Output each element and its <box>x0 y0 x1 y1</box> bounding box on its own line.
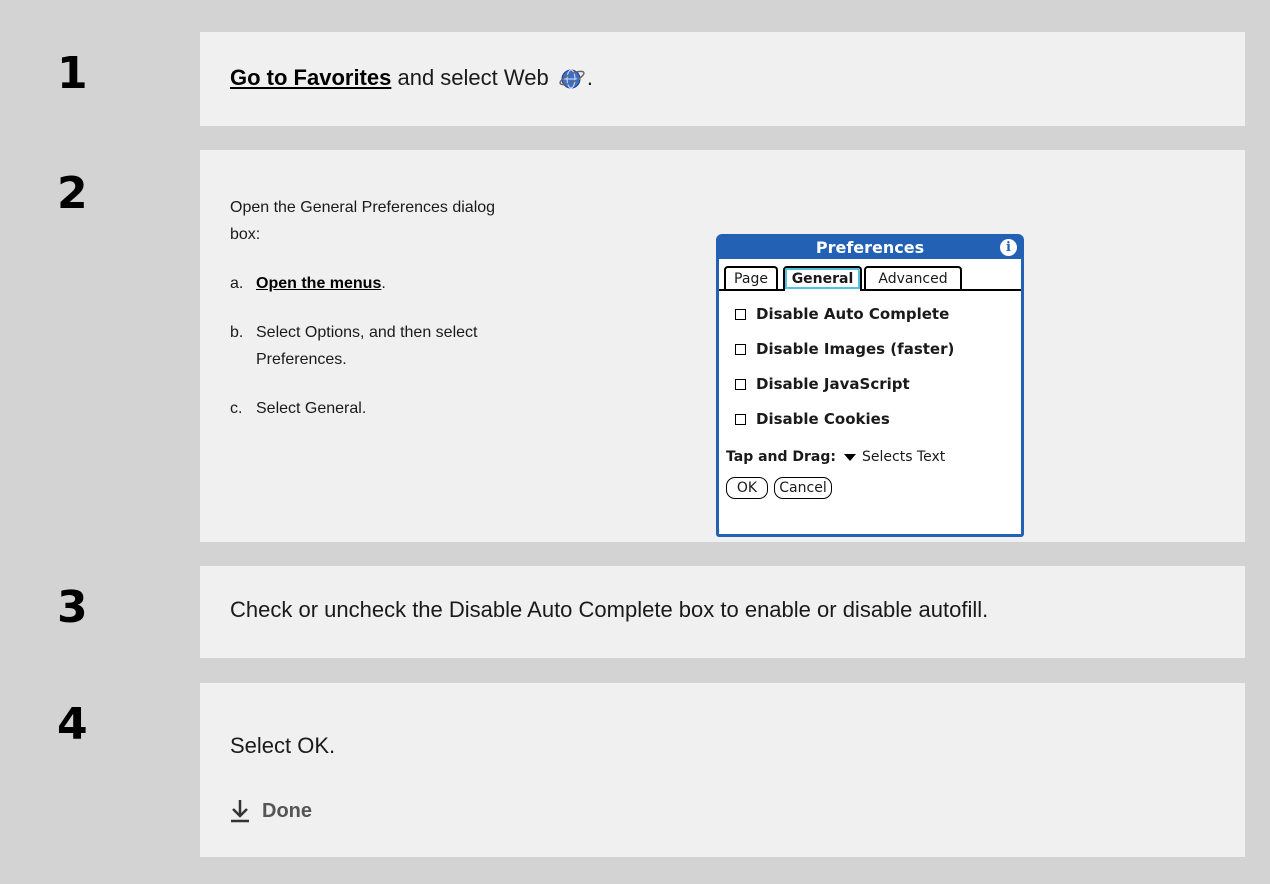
info-icon[interactable]: i <box>1000 239 1017 256</box>
option-label: Disable Auto Complete <box>756 305 950 323</box>
done-marker: Done <box>230 799 1245 823</box>
tab-page[interactable]: Page <box>724 266 778 289</box>
step-intro: Open the General Preferences dialog box: <box>230 199 496 243</box>
tap-and-drag-row: Tap and Drag: Selects Text <box>726 449 945 465</box>
tap-and-drag-value[interactable]: Selects Text <box>862 449 945 465</box>
tap-and-drag-label: Tap and Drag: <box>726 449 836 465</box>
option-disable-images[interactable]: Disable Images (faster) <box>735 340 954 358</box>
preferences-dialog: Preferences i Page General Advanced Disa… <box>716 234 1024 537</box>
step-number: 1 <box>28 32 200 126</box>
dialog-title: Preferences <box>815 238 925 257</box>
step-body: Select OK. Done <box>200 683 1245 857</box>
step-number: 4 <box>28 683 200 857</box>
option-disable-auto-complete[interactable]: Disable Auto Complete <box>735 305 949 323</box>
option-label: Disable JavaScript <box>756 375 910 393</box>
option-label: Disable Images (faster) <box>756 340 955 358</box>
ok-button[interactable]: OK <box>726 477 768 499</box>
substep-label: b. <box>230 324 244 341</box>
option-disable-cookies[interactable]: Disable Cookies <box>735 410 890 428</box>
step-text: Select OK. <box>230 733 336 758</box>
substep-tail: . <box>381 275 386 292</box>
down-arrow-icon <box>231 800 249 823</box>
step-text: and select Web <box>391 65 549 90</box>
substep-label: a. <box>230 275 244 292</box>
period: . <box>586 65 593 90</box>
step-3: 3 Check or uncheck the Disable Auto Comp… <box>28 566 1245 658</box>
option-label: Disable Cookies <box>756 410 890 428</box>
step-number: 2 <box>28 150 200 542</box>
step-body: Check or uncheck the Disable Auto Comple… <box>200 566 1245 658</box>
substep-label: c. <box>230 400 243 417</box>
dropdown-arrow-icon[interactable] <box>844 453 856 461</box>
step-body: Go to Favorites and select Web . <box>200 32 1245 126</box>
step-1: 1 Go to Favorites and select Web . <box>28 32 1245 126</box>
tab-bar: Page General Advanced <box>719 259 1021 293</box>
cancel-button[interactable]: Cancel <box>774 477 832 499</box>
go-to-favorites-link[interactable]: Go to Favorites <box>230 65 391 90</box>
substep-a: a. Open the menus. <box>230 270 530 297</box>
checkbox[interactable] <box>735 378 746 390</box>
substep-text: Select Options, and then select Preferen… <box>256 324 478 368</box>
substep-b: b. Select Options, and then select Prefer… <box>230 319 516 373</box>
substep-text: Select General. <box>256 400 367 417</box>
step-2: 2 <box>28 150 1245 542</box>
checkbox[interactable] <box>735 413 746 425</box>
checkbox[interactable] <box>735 343 746 355</box>
step-number: 3 <box>28 566 200 658</box>
tab-advanced[interactable]: Advanced <box>864 266 962 289</box>
dialog-title-bar: Preferences i <box>719 237 1021 259</box>
step-4: 4 Select OK. Done <box>28 683 1245 857</box>
done-label: Done <box>262 799 312 822</box>
web-globe-icon <box>559 67 587 95</box>
tab-general[interactable]: General <box>783 266 862 291</box>
step-2-text: Open the General Preferences dialog box:… <box>230 194 530 422</box>
option-disable-javascript[interactable]: Disable JavaScript <box>735 375 910 393</box>
checkbox[interactable] <box>735 308 746 320</box>
open-menus-link[interactable]: Open the menus <box>256 275 381 292</box>
substep-c: c. Select General. <box>230 395 530 422</box>
